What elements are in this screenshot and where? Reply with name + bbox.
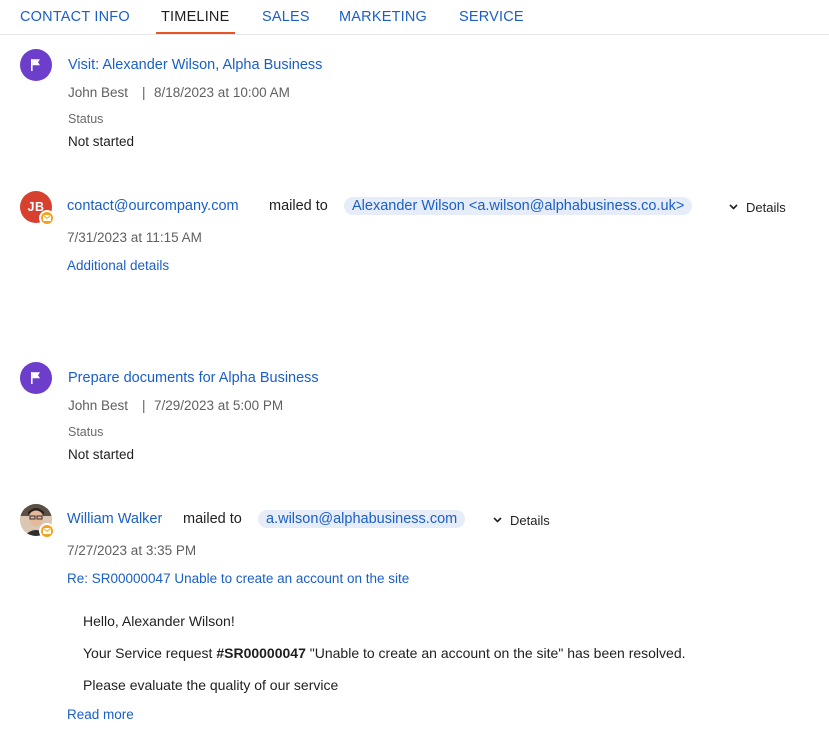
chevron-down-icon [729, 204, 738, 210]
flag-icon [31, 372, 40, 384]
active-tab-indicator [156, 32, 235, 34]
mailed-to-text: mailed to [183, 511, 242, 527]
status-value: Not started [68, 134, 135, 149]
email-sender-link[interactable]: contact@ourcompany.com [67, 198, 239, 214]
email-body-line: Your Service request #SR00000047 "Unable… [83, 645, 686, 661]
email-body-prefix: Your Service request [83, 645, 217, 661]
mail-icon [43, 215, 51, 221]
service-request-code: #SR00000047 [216, 645, 306, 661]
additional-details-link[interactable]: Additional details [67, 258, 169, 273]
email-datetime: 7/27/2023 at 3:35 PM [67, 543, 197, 558]
flag-icon [31, 59, 40, 71]
details-toggle[interactable]: Details [729, 200, 786, 215]
email-body-suffix: "Unable to create an account on the site… [305, 645, 686, 661]
task-avatar [20, 49, 52, 81]
task-title-link[interactable]: Visit: Alexander Wilson, Alpha Business [68, 57, 322, 73]
mail-icon [43, 528, 51, 534]
tab-bar: CONTACT INFO TIMELINE SALES MARKETING SE… [0, 0, 829, 35]
task-owner-link[interactable]: John Best [68, 398, 128, 413]
email-sender-link[interactable]: William Walker [67, 511, 162, 527]
tab-marketing[interactable]: MARKETING [339, 9, 427, 25]
mail-badge [39, 523, 55, 539]
task-owner-link[interactable]: John Best [68, 85, 128, 100]
status-value: Not started [68, 447, 135, 462]
tab-service[interactable]: SERVICE [459, 9, 524, 25]
tab-contact-info[interactable]: CONTACT INFO [20, 9, 130, 25]
task-avatar [20, 362, 52, 394]
meta-separator: | [142, 398, 146, 413]
details-label: Details [746, 200, 786, 215]
details-toggle[interactable]: Details [493, 513, 550, 528]
email-body-closing: Please evaluate the quality of our servi… [83, 677, 339, 693]
meta-separator: | [142, 85, 146, 100]
status-label: Status [68, 425, 104, 439]
task-datetime: 8/18/2023 at 10:00 AM [154, 85, 290, 100]
task-title-link[interactable]: Prepare documents for Alpha Business [68, 370, 319, 386]
details-label: Details [510, 513, 550, 528]
recipient-chip[interactable]: a.wilson@alphabusiness.com [258, 510, 466, 528]
tab-timeline[interactable]: TIMELINE [161, 9, 229, 25]
mailed-to-text: mailed to [269, 198, 328, 214]
mail-badge [39, 210, 55, 226]
chevron-down-icon [493, 517, 502, 523]
email-datetime: 7/31/2023 at 11:15 AM [67, 230, 202, 245]
tab-sales[interactable]: SALES [262, 9, 310, 25]
email-body-greeting: Hello, Alexander Wilson! [83, 613, 235, 629]
status-label: Status [68, 112, 104, 126]
task-datetime: 7/29/2023 at 5:00 PM [154, 398, 284, 413]
email-subject-link[interactable]: Re: SR00000047 Unable to create an accou… [67, 571, 409, 586]
read-more-link[interactable]: Read more [67, 707, 134, 722]
recipient-chip[interactable]: Alexander Wilson <a.wilson@alphabusiness… [344, 197, 693, 215]
